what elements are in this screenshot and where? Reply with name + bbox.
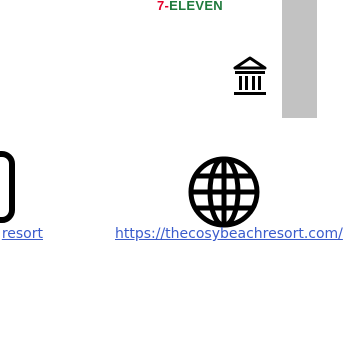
- phone-frame-icon-svg: [0, 151, 15, 223]
- brand-prefix: 7-: [157, 0, 170, 13]
- globe-icon-svg: [188, 156, 260, 228]
- brand-name: ELEVEN: [169, 0, 223, 13]
- museum-icon-svg: [233, 56, 267, 95]
- website-link[interactable]: https://thecosybeachresort.com/: [115, 226, 343, 242]
- globe-icon[interactable]: [186, 154, 262, 230]
- app-root: 7-ELEVEN resort https://thecosybeachreso…: [0, 0, 354, 344]
- social-link[interactable]: resort: [2, 226, 43, 242]
- phone-frame-icon[interactable]: [0, 150, 16, 224]
- seven-eleven-logo: 7-ELEVEN: [157, 0, 223, 13]
- museum-icon[interactable]: [233, 56, 267, 98]
- scroll-strip[interactable]: [282, 0, 317, 118]
